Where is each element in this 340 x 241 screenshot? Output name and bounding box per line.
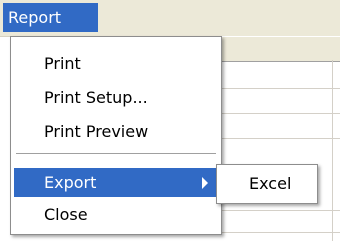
menu-item-close[interactable]: Close: [14, 200, 218, 229]
menu-item-print-setup[interactable]: Print Setup...: [14, 83, 218, 112]
export-submenu: Excel: [216, 164, 318, 204]
background-header-strip: [210, 36, 340, 62]
report-dropdown-menu: Print Print Setup... Print Preview Expor…: [10, 36, 222, 235]
background-row-divider: [210, 113, 340, 114]
menu-separator: [16, 153, 216, 154]
menu-item-print-preview[interactable]: Print Preview: [14, 117, 218, 146]
application-window: Report Print Print Setup... Print Previe…: [0, 0, 340, 241]
background-column-divider: [332, 60, 333, 241]
menu-report[interactable]: Report: [3, 3, 98, 32]
menu-item-print[interactable]: Print: [14, 49, 218, 78]
menu-item-export[interactable]: Export: [14, 168, 218, 197]
background-row-divider: [210, 88, 340, 89]
submenu-item-excel[interactable]: Excel: [219, 169, 315, 198]
chevron-right-icon: [202, 177, 208, 189]
menu-item-export-label: Export: [44, 173, 97, 192]
background-row-divider: [210, 210, 340, 211]
background-row-divider: [210, 138, 340, 139]
menu-bar: Report: [0, 0, 340, 37]
background-row-divider: [210, 232, 340, 233]
